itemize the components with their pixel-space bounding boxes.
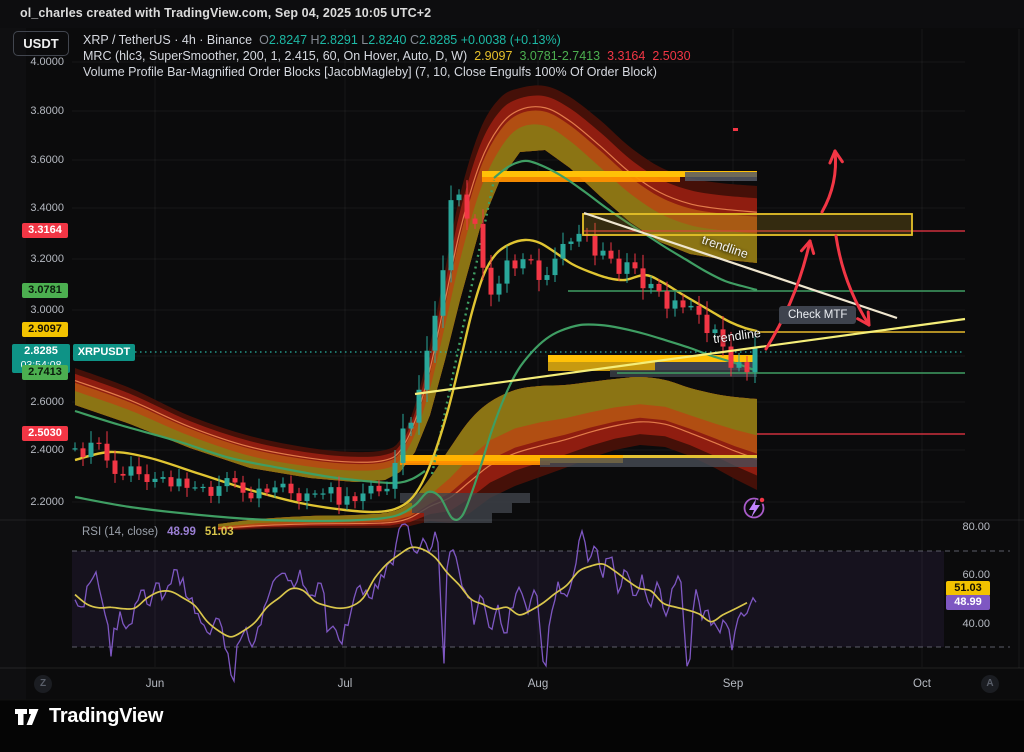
time-axis-label: Jun bbox=[133, 678, 177, 690]
chart-canvas[interactable] bbox=[0, 0, 1024, 752]
rsi-tick-label: 80.00 bbox=[940, 521, 990, 533]
price-badge: 3.3164 bbox=[22, 223, 68, 238]
check-mtf-callout[interactable]: Check MTF bbox=[779, 306, 856, 324]
price-tick-label: 2.6000 bbox=[0, 396, 64, 408]
time-axis-label: Sep bbox=[711, 678, 755, 690]
tradingview-logo-icon bbox=[14, 703, 41, 730]
time-axis-label: Aug bbox=[516, 678, 560, 690]
mrc-mean-value: 2.9097 bbox=[474, 49, 512, 63]
price-badge: 2.9097 bbox=[22, 322, 68, 337]
lightning-icon[interactable] bbox=[745, 497, 766, 518]
rsi-tick-label: 40.00 bbox=[940, 618, 990, 630]
price-tick-label: 3.2000 bbox=[0, 253, 64, 265]
rsi-ma-value: 51.03 bbox=[205, 526, 234, 538]
rsi-badge: 48.99 bbox=[946, 595, 990, 610]
mrc-r2-lower: 2.5030 bbox=[652, 49, 690, 63]
time-axis-label: Jul bbox=[323, 678, 367, 690]
price-tick-label: 3.8000 bbox=[0, 105, 64, 117]
price-tick-label: 4.0000 bbox=[0, 56, 64, 68]
scroll-left-button[interactable]: Z bbox=[34, 675, 52, 693]
tradingview-logo-text: TradingView bbox=[49, 705, 163, 728]
mrc-title: MRC (hlc3, SuperSmoother, 200, 1, 2.415,… bbox=[83, 49, 467, 63]
price-tick-label: 2.2000 bbox=[0, 496, 64, 508]
scroll-right-button[interactable]: A bbox=[981, 675, 999, 693]
mrc-r1-range: 3.0781-2.7413 bbox=[519, 49, 600, 63]
order-block-box[interactable] bbox=[583, 214, 912, 235]
tradingview-chart-window: ol_charles created with TradingView.com,… bbox=[0, 0, 1024, 752]
rsi-value: 48.99 bbox=[167, 526, 196, 538]
price-badge: 2.7413 bbox=[22, 365, 68, 380]
symbol-tag: XRPUSDT bbox=[73, 344, 135, 361]
time-axis-label: Oct bbox=[900, 678, 944, 690]
symbol-legend-row[interactable]: XRP / TetherUS · 4h · Binance O2.8247 H2… bbox=[83, 33, 561, 47]
price-tick-label: 3.6000 bbox=[0, 154, 64, 166]
currency-toggle-button[interactable]: USDT bbox=[13, 31, 69, 56]
price-tick-label: 2.4000 bbox=[0, 444, 64, 456]
price-badge: 2.5030 bbox=[22, 426, 68, 441]
rsi-badge: 51.03 bbox=[946, 581, 990, 596]
rsi-tick-label: 60.00 bbox=[940, 569, 990, 581]
volume-profile-title: Volume Profile Bar-Magnified Order Block… bbox=[83, 65, 657, 79]
tradingview-logo[interactable]: TradingView bbox=[14, 703, 163, 730]
rsi-legend-row[interactable]: RSI (14, close) 48.99 51.03 bbox=[82, 526, 234, 538]
ohlc-readout: O2.8247 H2.8291 L2.8240 C2.8285 +0.0038 … bbox=[259, 33, 561, 47]
symbol-title: XRP / TetherUS · 4h · Binance bbox=[83, 33, 252, 47]
volume-profile-legend-row[interactable]: Volume Profile Bar-Magnified Order Block… bbox=[83, 65, 657, 79]
price-tick-label: 3.4000 bbox=[0, 202, 64, 214]
mrc-r2-upper: 3.3164 bbox=[607, 49, 645, 63]
rsi-title: RSI (14, close) bbox=[82, 526, 158, 538]
price-tick-label: 3.0000 bbox=[0, 304, 64, 316]
red-dot-mark bbox=[733, 128, 738, 131]
price-badge: 3.0781 bbox=[22, 283, 68, 298]
mrc-legend-row[interactable]: MRC (hlc3, SuperSmoother, 200, 1, 2.415,… bbox=[83, 49, 691, 63]
